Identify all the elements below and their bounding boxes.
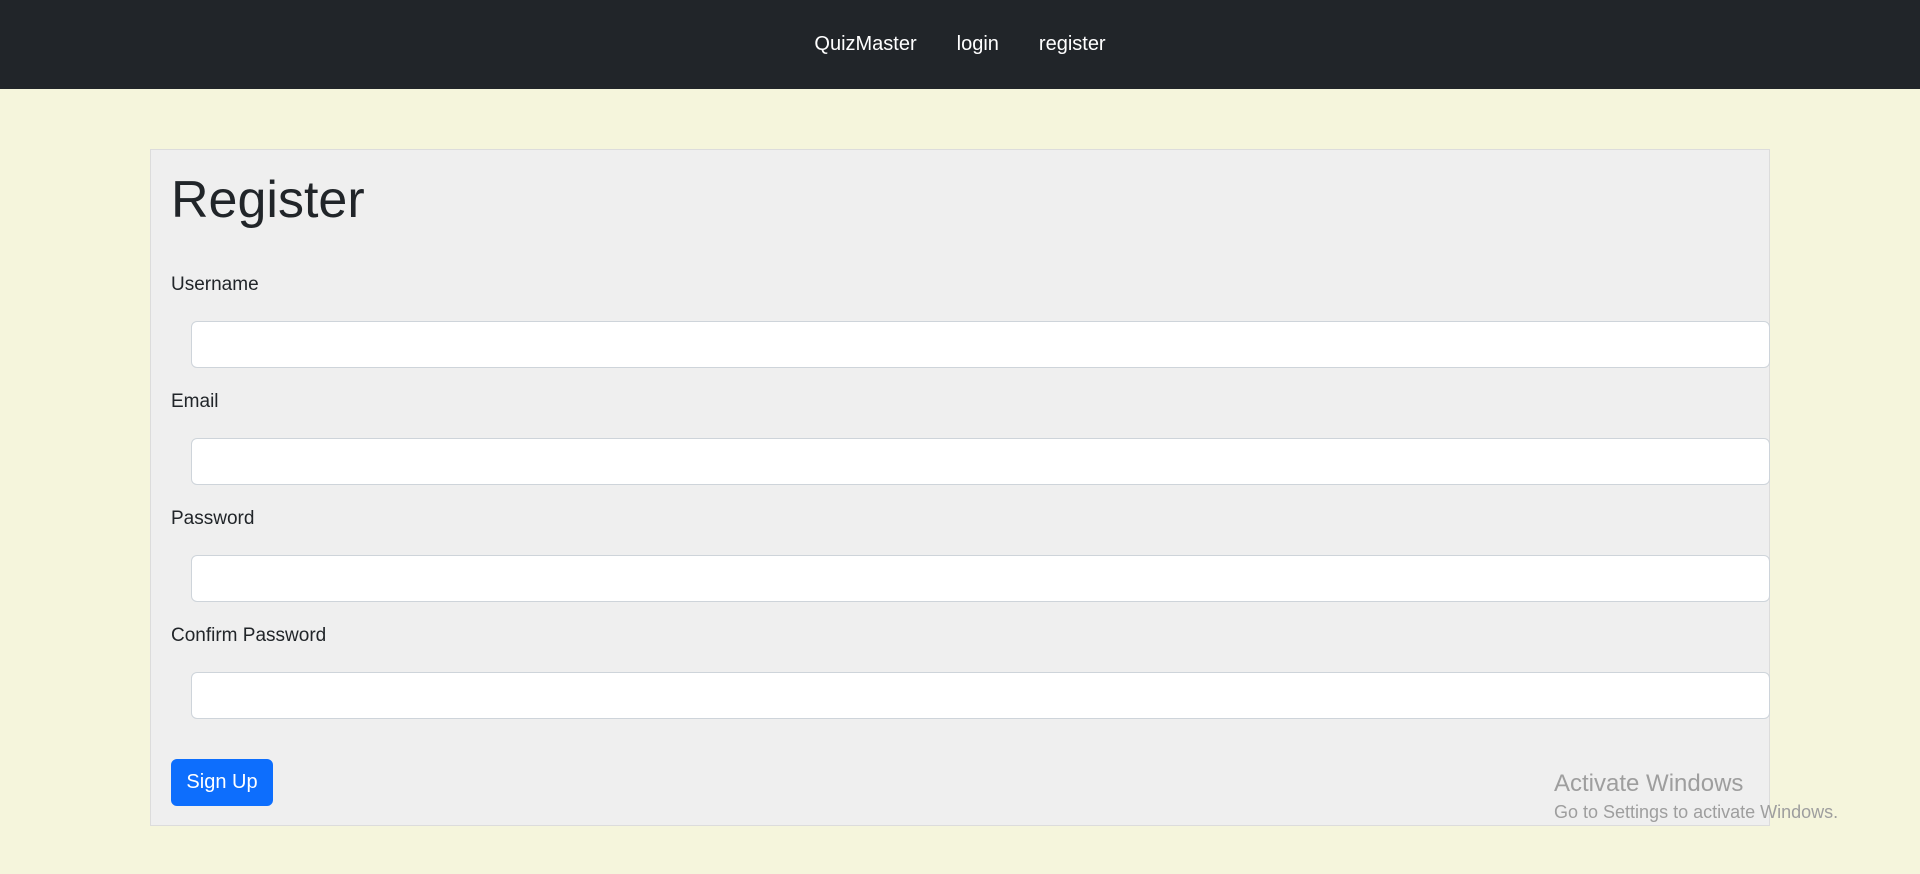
nav-brand-link[interactable]: QuizMaster	[814, 33, 916, 56]
nav-register-link[interactable]: register	[1039, 33, 1106, 56]
nav-login-link[interactable]: login	[957, 33, 999, 56]
username-input[interactable]	[191, 321, 1770, 368]
email-input[interactable]	[191, 438, 1770, 485]
password-input[interactable]	[191, 555, 1770, 602]
username-label: Username	[171, 274, 259, 295]
page-title: Register	[171, 171, 365, 229]
sign-up-button[interactable]: Sign Up	[171, 759, 273, 806]
password-label: Password	[171, 508, 255, 529]
confirm-password-label: Confirm Password	[171, 625, 327, 646]
register-card: Register Username Email Password Confirm…	[150, 149, 1770, 826]
confirm-password-input[interactable]	[191, 672, 1770, 719]
top-navbar: QuizMaster login register	[0, 0, 1920, 89]
email-label: Email	[171, 391, 219, 412]
